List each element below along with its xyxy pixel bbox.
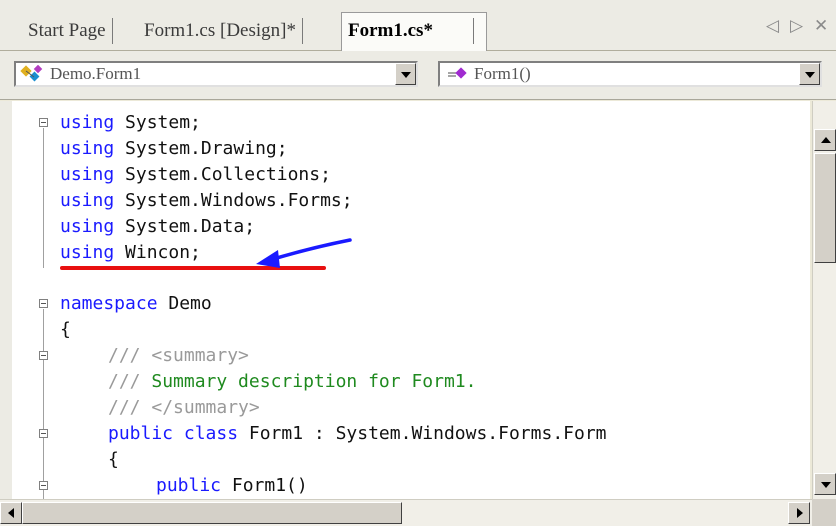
code-line: using System.Data; [60,216,256,237]
annotation-arrow-icon [256,238,352,268]
scroll-left-button[interactable] [0,502,22,524]
collapse-icon[interactable] [39,299,48,308]
class-selector-chevron-down-icon[interactable] [395,63,416,85]
class-icon [20,65,43,82]
code-line: using System.Drawing; [60,138,288,159]
scroll-up-button[interactable] [814,129,836,151]
method-icon [448,67,467,79]
tab-form1-design[interactable]: Form1.cs [Design]* [138,18,303,44]
code-editor[interactable]: using System; using System.Drawing; usin… [12,101,810,499]
vertical-scroll-thumb[interactable] [814,153,836,263]
tab-scroll-left-icon[interactable]: ◁ [766,16,779,36]
outline-guide [43,128,44,268]
vertical-scrollbar[interactable] [812,101,836,499]
tab-form1-code[interactable]: Form1.cs* [341,12,487,51]
scroll-down-button[interactable] [814,473,836,495]
close-icon[interactable]: ✕ [814,16,828,36]
collapse-icon[interactable] [39,351,48,360]
code-line: { [60,319,71,340]
horizontal-scrollbar[interactable] [0,499,812,526]
code-line: using System.Windows.Forms; [60,190,353,211]
code-line-wincon: using Wincon; [60,242,201,263]
class-selector-value: Demo.Form1 [50,64,142,83]
code-line: namespace Demo [60,293,212,314]
editor-gutter [0,101,12,499]
tab-start-page[interactable]: Start Page [22,18,113,44]
code-line: { [108,449,119,470]
collapse-icon[interactable] [39,429,48,438]
collapse-icon[interactable] [39,481,48,490]
code-line: using System.Collections; [60,164,331,185]
navigation-bar: Demo.Form1 Form1() [0,51,836,100]
code-line: public class Form1 : System.Windows.Form… [108,423,607,444]
code-line: /// </summary> [108,397,260,418]
code-line: public Form1() [156,475,308,496]
member-selector-value: Form1() [474,64,531,83]
member-selector-chevron-down-icon[interactable] [799,63,820,85]
scroll-right-button[interactable] [788,502,810,524]
outline-guide [43,309,44,499]
scrollbar-corner [812,499,836,526]
document-tab-strip: Start Page Form1.cs [Design]* Form1.cs* … [0,0,836,51]
code-line: using System; [60,112,201,133]
member-selector-dropdown[interactable]: Form1() [438,61,822,87]
code-line: /// Summary description for Form1. [108,371,477,392]
collapse-icon[interactable] [39,118,48,127]
horizontal-scroll-thumb[interactable] [22,502,402,524]
class-selector-dropdown[interactable]: Demo.Form1 [14,61,418,87]
code-line: /// <summary> [108,345,249,366]
tab-scroll-right-icon[interactable]: ▷ [790,16,803,36]
tab-divider [473,18,486,44]
